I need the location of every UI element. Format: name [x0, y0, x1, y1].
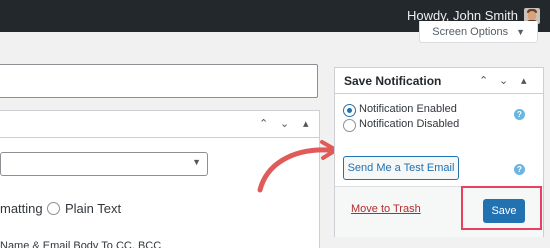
move-up-icon[interactable]: ⌃: [259, 111, 268, 138]
toggle-panel-icon[interactable]: ▴: [303, 111, 309, 138]
chevron-down-icon: ▼: [192, 157, 201, 167]
radio-html-label: matting: [0, 201, 43, 216]
save-highlight-box: [461, 186, 542, 230]
screen-options-label: Screen Options: [432, 26, 509, 38]
screen-options-button[interactable]: Screen Options ▼: [419, 21, 538, 43]
caret-down-icon: ▼: [516, 27, 525, 37]
format-select[interactable]: ▼: [0, 152, 208, 176]
move-to-trash-link[interactable]: Move to Trash: [351, 203, 421, 215]
move-down-icon[interactable]: ⌄: [499, 68, 508, 95]
notification-disabled-label: Notification Disabled: [359, 118, 460, 130]
notification-enabled-label: Notification Enabled: [359, 103, 457, 115]
annotation-arrow: [257, 140, 338, 193]
settings-postbox-header: ⌃ ⌄ ▴: [0, 111, 319, 138]
notification-disabled-radio[interactable]: [343, 119, 356, 132]
plain-text-radio[interactable]: [47, 202, 60, 215]
send-test-email-button[interactable]: Send Me a Test Email: [343, 156, 459, 180]
plain-text-label: Plain Text: [65, 201, 122, 216]
partial-text: Name & Email Body To CC, BCC: [0, 240, 162, 248]
notification-enabled-radio[interactable]: [343, 104, 356, 117]
move-down-icon[interactable]: ⌄: [280, 111, 289, 138]
help-icon[interactable]: ?: [514, 109, 525, 120]
help-icon[interactable]: ?: [514, 164, 525, 175]
title-input[interactable]: [0, 64, 318, 98]
save-notification-header: Save Notification ⌃ ⌄ ▴: [335, 68, 543, 94]
toggle-panel-icon[interactable]: ▴: [521, 68, 527, 95]
postbox-title: Save Notification: [344, 74, 442, 88]
move-up-icon[interactable]: ⌃: [479, 68, 488, 95]
